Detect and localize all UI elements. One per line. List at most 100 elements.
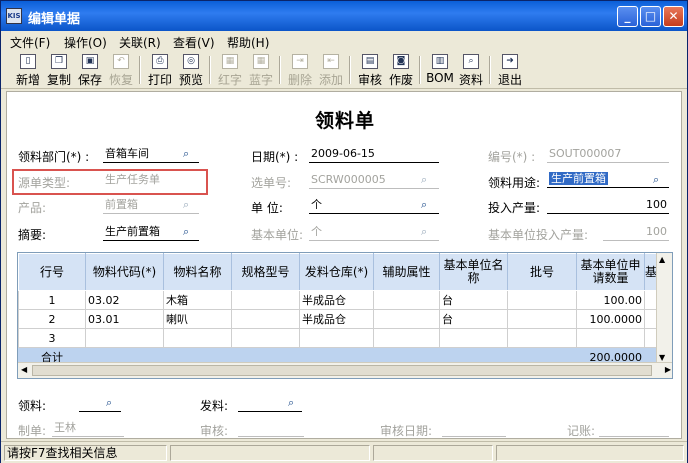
scroll-right-icon[interactable]: ▶ [665, 365, 671, 374]
scroll-down-icon[interactable]: ▼ [659, 353, 665, 362]
menu-help[interactable]: 帮助(H) [227, 34, 269, 51]
status-panel [170, 445, 370, 461]
toolbar: ▯ 新增 ❐ 复制 ▣ 保存 ↶ 恢复 ⎙ 打印 ◎ 预览 ▦ 红字 ▦ 蓝字 ⇥ 删除 ⇤ 添加 … [1, 51, 687, 89]
cell-qty[interactable]: 100.00 [576, 290, 645, 310]
lookup-icon[interactable]: ⌕ [183, 226, 197, 238]
scroll-thumb[interactable] [32, 365, 652, 376]
grid-header-row: 行号 物料代码(*) 物料名称 规格型号 发料仓库(*) 辅助属性 基本单位名称… [18, 253, 659, 291]
col-header[interactable]: 行号 [18, 253, 86, 291]
lookup-icon[interactable]: ⌕ [183, 148, 197, 160]
cell-material-code[interactable]: 03.02 [85, 290, 164, 310]
col-header[interactable]: 规格型号 [231, 253, 300, 291]
base-input-qty-label: 基本单位投入产量: [488, 228, 589, 242]
detail-table: 行号 物料代码(*) 物料名称 规格型号 发料仓库(*) 辅助属性 基本单位名称… [18, 253, 659, 367]
cell-qty[interactable] [576, 328, 645, 348]
col-header[interactable]: 发料仓库(*) [299, 253, 374, 291]
cell-warehouse[interactable]: 半成品仓 [299, 309, 374, 329]
maximize-button[interactable]: □ [640, 6, 661, 27]
lookup-icon[interactable]: ⌕ [421, 199, 435, 211]
cell-qty[interactable]: 100.0000 [576, 309, 645, 329]
col-header[interactable]: 批号 [507, 253, 577, 291]
menu-view[interactable]: 查看(V) [173, 34, 215, 51]
cell-base-unit[interactable] [439, 328, 508, 348]
cell-material-code[interactable] [85, 328, 164, 348]
issuer-label: 发料: [200, 399, 229, 413]
purpose-field[interactable]: 生产前置箱 [547, 172, 669, 188]
cell-material-code[interactable]: 03.01 [85, 309, 164, 329]
cell-warehouse[interactable] [299, 328, 374, 348]
menu-relation[interactable]: 关联(R) [119, 34, 161, 51]
copy-icon: ❐ [51, 54, 67, 69]
exit-button[interactable]: ➜ 退出 [494, 54, 526, 88]
lookup-icon[interactable]: ⌕ [653, 174, 667, 186]
restore-button[interactable]: ↶ 恢复 [105, 54, 137, 88]
select-no-field[interactable]: SCRW000005 [309, 173, 439, 189]
cell-aux-attr[interactable] [373, 328, 440, 348]
document-title: 领料单 [314, 110, 375, 132]
vertical-scrollbar[interactable]: ▲ ▼ [656, 253, 672, 364]
doc-no-field[interactable]: SOUT000007 [547, 147, 669, 163]
horizontal-scrollbar[interactable]: ◀ ▶ [18, 362, 672, 378]
cell-warehouse[interactable]: 半成品仓 [299, 290, 374, 310]
cell-material-name[interactable] [163, 328, 232, 348]
cell-material-name[interactable]: 木箱 [163, 290, 232, 310]
data-icon: ⌕ [463, 54, 479, 69]
cell-base-unit[interactable]: 台 [439, 309, 508, 329]
table-row[interactable]: 1 03.02 木箱 半成品仓 台 100.00 [18, 290, 659, 310]
unit-field[interactable]: 个 [309, 198, 439, 214]
cell-spec[interactable] [231, 309, 300, 329]
product-label: 产品: [18, 201, 47, 215]
blue-button[interactable]: ▦ 蓝字 [245, 54, 277, 88]
close-button[interactable]: ✕ [663, 6, 684, 27]
scroll-left-icon[interactable]: ◀ [21, 365, 27, 374]
cell-base-unit[interactable]: 台 [439, 290, 508, 310]
cell-row-no: 1 [18, 290, 86, 310]
col-header[interactable]: 基本单位申请数量 [576, 253, 645, 291]
add-row-button[interactable]: ⇤ 添加 [315, 54, 347, 88]
cell-batch[interactable] [507, 328, 577, 348]
auditor-field [238, 421, 304, 437]
lookup-icon[interactable]: ⌕ [421, 226, 435, 238]
status-panel [496, 445, 684, 461]
menu-file[interactable]: 文件(F) [10, 34, 50, 51]
base-unit-field[interactable]: 个 [309, 225, 439, 241]
data-button[interactable]: ⌕ 资料 [455, 54, 487, 88]
table-row[interactable]: 2 03.01 喇叭 半成品仓 台 100.0000 [18, 309, 659, 329]
select-no-label: 选单号: [251, 176, 292, 190]
void-button[interactable]: ◙ 作废 [385, 54, 417, 88]
table-row[interactable]: 3 [18, 328, 659, 348]
status-panel [373, 445, 493, 461]
lookup-icon[interactable]: ⌕ [106, 397, 120, 409]
col-header[interactable]: 基本单位名称 [439, 253, 508, 291]
lookup-icon[interactable]: ⌕ [288, 397, 302, 409]
col-header[interactable]: 辅助属性 [373, 253, 440, 291]
title-bar: KIS 编辑单据 _ □ ✕ [1, 1, 687, 31]
input-qty-field[interactable]: 100 [547, 198, 669, 214]
lookup-icon[interactable]: ⌕ [421, 174, 435, 186]
preview-button[interactable]: ◎ 预览 [175, 54, 207, 88]
lookup-icon[interactable]: ⌕ [183, 199, 197, 211]
doc-no-label: 编号(*) : [488, 150, 536, 164]
cell-aux-attr[interactable] [373, 309, 440, 329]
cell-spec[interactable] [231, 328, 300, 348]
cell-batch[interactable] [507, 290, 577, 310]
maker-field: 王林 [52, 421, 124, 437]
minimize-button[interactable]: _ [617, 6, 638, 27]
source-type-field[interactable]: 生产任务单 [103, 173, 199, 189]
cell-batch[interactable] [507, 309, 577, 329]
audit-icon: ▤ [362, 54, 378, 69]
purpose-label: 领料用途: [488, 176, 541, 190]
cell-aux-attr[interactable] [373, 290, 440, 310]
cell-spec[interactable] [231, 290, 300, 310]
base-input-qty-field[interactable]: 100 [603, 225, 669, 241]
date-field[interactable]: 2009-06-15 [309, 147, 439, 163]
cell-material-name[interactable]: 喇叭 [163, 309, 232, 329]
print-icon: ⎙ [152, 54, 168, 69]
scroll-up-icon[interactable]: ▲ [659, 255, 665, 264]
col-header[interactable]: 物料名称 [163, 253, 232, 291]
preview-icon: ◎ [183, 54, 199, 69]
audit-date-field [442, 421, 506, 437]
posted-field [599, 421, 669, 437]
menu-operation[interactable]: 操作(O) [64, 34, 107, 51]
col-header[interactable]: 物料代码(*) [85, 253, 164, 291]
